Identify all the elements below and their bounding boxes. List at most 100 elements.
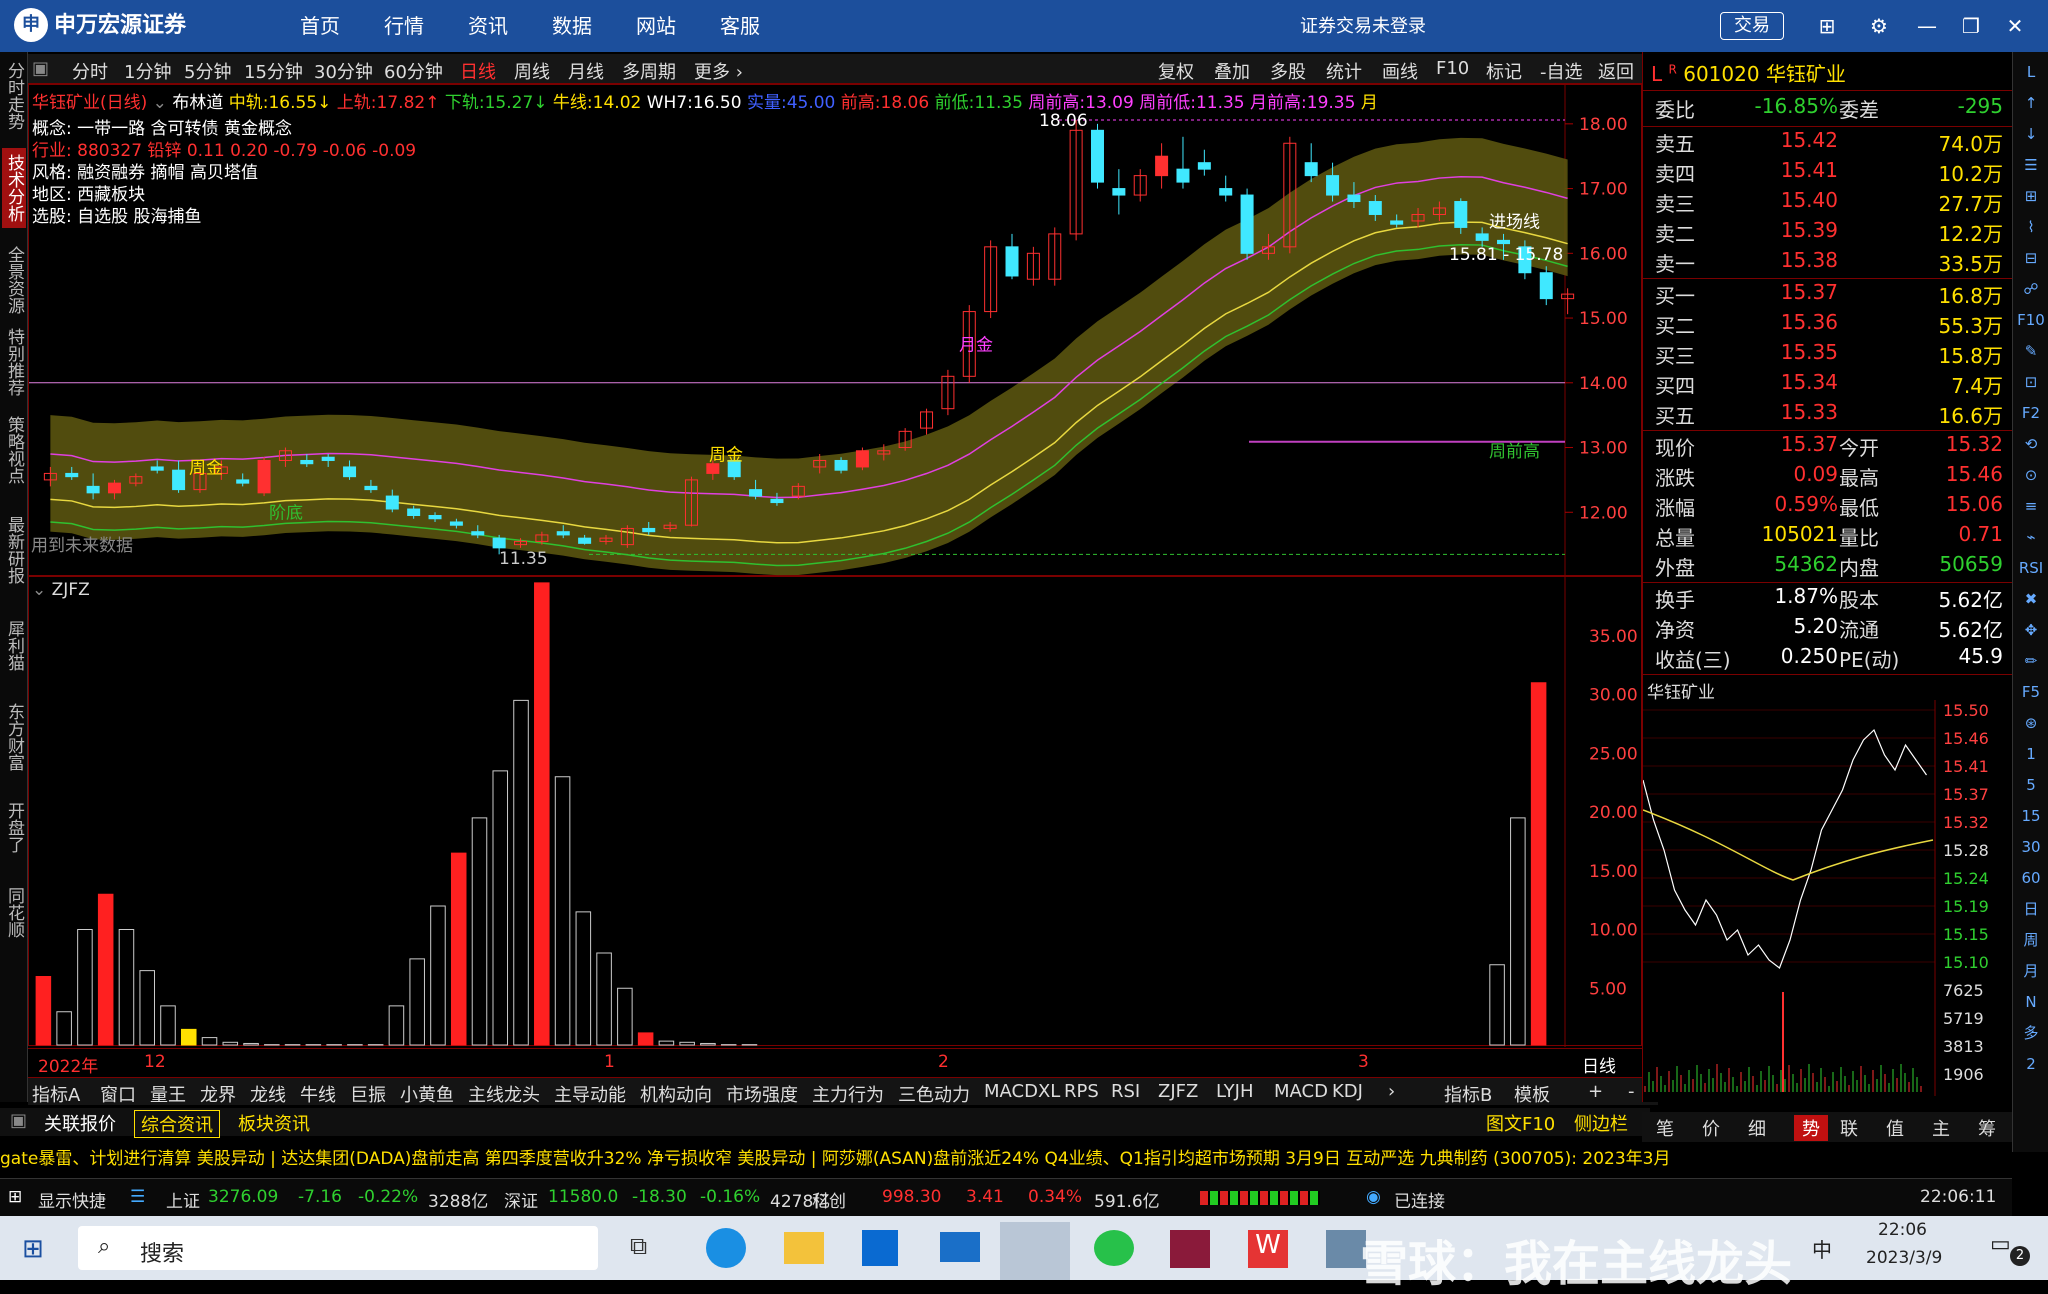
tool-multistock[interactable]: 多股 [1270, 58, 1306, 84]
mini-intraday-chart[interactable]: 15.5015.4615.4115.3715.3215.2815.2415.19… [1643, 700, 2013, 1096]
indicator-name[interactable]: 布林道 [172, 93, 223, 113]
right-tool-icon-29[interactable]: 月 [2017, 957, 2045, 985]
nav-news[interactable]: 资讯 [468, 10, 508, 42]
taskbar-time[interactable]: 22:06 [1878, 1220, 1927, 1240]
right-tool-icon-25[interactable]: 30 [2017, 833, 2045, 861]
windows-start-icon[interactable]: ⊞ [22, 1234, 44, 1264]
right-tool-icon-26[interactable]: 60 [2017, 864, 2045, 892]
indicator-tab-15[interactable]: RPS [1064, 1081, 1099, 1102]
right-tool-icon-28[interactable]: 周 [2017, 926, 2045, 954]
indicator-tab-20[interactable]: KDJ [1332, 1081, 1363, 1102]
tool-f10[interactable]: F10 [1436, 58, 1469, 79]
period-timeshare[interactable]: 分时 [72, 58, 108, 84]
quote-tab-1[interactable]: 价 [1702, 1115, 1720, 1141]
trade-button[interactable]: 交易 [1720, 12, 1784, 40]
tab-related-quotes[interactable]: 关联报价 [38, 1110, 122, 1136]
nav-website[interactable]: 网站 [636, 10, 676, 42]
right-tool-icon-18[interactable]: ✥ [2017, 616, 2045, 644]
tab-indicator-b[interactable]: 指标B [1444, 1081, 1492, 1107]
indicator-tab-7[interactable]: 小黄鱼 [400, 1081, 454, 1107]
right-tool-icon-19[interactable]: ✏ [2017, 647, 2045, 675]
indicator-tab-1[interactable]: 窗口 [100, 1081, 136, 1107]
quick-display[interactable]: 显示快捷 [38, 1187, 106, 1212]
grid-icon[interactable]: ⊞ [1812, 12, 1842, 40]
tool-overlay[interactable]: 叠加 [1214, 58, 1250, 84]
quote-tab-5[interactable]: 值 [1886, 1115, 1904, 1141]
indicator-tab-12[interactable]: 主力行为 [812, 1081, 884, 1107]
tool-mark[interactable]: 标记 [1486, 58, 1522, 84]
nav-service[interactable]: 客服 [720, 10, 760, 42]
taskbar-date[interactable]: 2023/3/9 [1866, 1248, 1942, 1268]
left-tab-strategy[interactable]: 策略视点 [2, 410, 26, 490]
indicator-tab-19[interactable]: MACD [1274, 1081, 1328, 1102]
period-1min[interactable]: 1分钟 [124, 58, 171, 84]
left-tab-timeshare[interactable]: 分时走势 [2, 56, 26, 136]
tab-sector-news[interactable]: 板块资讯 [232, 1110, 316, 1136]
zjfz-chart[interactable]: 35.0030.0025.0020.0015.0010.005.00 [29, 577, 1643, 1047]
tool-draw[interactable]: 画线 [1382, 58, 1418, 84]
quote-tab-4[interactable]: 联 [1840, 1115, 1858, 1141]
right-tool-icon-0[interactable]: L [2017, 58, 2045, 86]
right-tool-icon-13[interactable]: ⊙ [2017, 461, 2045, 489]
period-30min[interactable]: 30分钟 [314, 58, 373, 84]
right-tool-icon-17[interactable]: ✖ [2017, 585, 2045, 613]
sz-label[interactable]: 深证 [504, 1187, 538, 1212]
period-monthly[interactable]: 月线 [568, 58, 604, 84]
right-tool-icon-23[interactable]: 5 [2017, 771, 2045, 799]
period-multi[interactable]: 多周期 [622, 58, 676, 84]
period-weekly[interactable]: 周线 [514, 58, 550, 84]
quote-tab-0[interactable]: 笔 [1656, 1115, 1674, 1141]
indicator-tab-6[interactable]: 巨振 [350, 1081, 386, 1107]
right-tool-icon-3[interactable]: ☰ [2017, 151, 2045, 179]
sub-chart-panel[interactable]: 35.0030.0025.0020.0015.0010.005.00 [28, 576, 1642, 1046]
indicator-tab-9[interactable]: 主导动能 [554, 1081, 626, 1107]
left-tab-technical[interactable]: 技术分析 [2, 148, 26, 228]
right-tool-icon-22[interactable]: 1 [2017, 740, 2045, 768]
indicator-tab-16[interactable]: RSI [1111, 1081, 1140, 1102]
indicator-tab-18[interactable]: LYJH [1216, 1081, 1253, 1102]
plus-icon[interactable]: ⊞ [8, 1187, 22, 1207]
indicator-tab-4[interactable]: 龙线 [250, 1081, 286, 1107]
right-tool-icon-9[interactable]: ✎ [2017, 337, 2045, 365]
indicator-tab-11[interactable]: 市场强度 [726, 1081, 798, 1107]
tab-news[interactable]: 综合资讯 [134, 1110, 220, 1138]
expand-icon[interactable]: ▣ [4, 1110, 33, 1131]
left-tab-xilimao[interactable]: 犀利猫 [2, 610, 26, 680]
close-icon[interactable]: ✕ [2000, 12, 2030, 40]
indicator-tab-13[interactable]: 三色动力 [898, 1081, 970, 1107]
kc-label[interactable]: 科创 [812, 1187, 846, 1212]
indicator-tab-17[interactable]: ZJFZ [1158, 1081, 1198, 1102]
wechat-icon[interactable] [1094, 1230, 1134, 1266]
tab-remove[interactable]: - [1628, 1081, 1635, 1102]
quote-tab-6[interactable]: 主 [1932, 1115, 1950, 1141]
right-tool-icon-21[interactable]: ⊛ [2017, 709, 2045, 737]
store-icon[interactable] [862, 1230, 898, 1266]
right-tool-icon-5[interactable]: ⌇ [2017, 213, 2045, 241]
indicator-tab-8[interactable]: 主线龙头 [468, 1081, 540, 1107]
news-ticker[interactable]: gate暴雷、计划进行清算 美股异动 | 达达集团(DADA)盘前走高 第四季度… [0, 1144, 2012, 1172]
left-tab-research[interactable]: 最新研报 [2, 500, 26, 600]
indicator-tab-2[interactable]: 量王 [150, 1081, 186, 1107]
period-60min[interactable]: 60分钟 [384, 58, 443, 84]
minimize-icon[interactable]: — [1912, 12, 1942, 40]
quote-tab-2[interactable]: 细 [1748, 1115, 1766, 1141]
right-tool-icon-10[interactable]: ⊡ [2017, 368, 2045, 396]
right-tool-icon-24[interactable]: 15 [2017, 802, 2045, 830]
dropdown-icon[interactable]: ⌄ [153, 93, 167, 113]
nav-quotes[interactable]: 行情 [384, 10, 424, 42]
winrar-icon[interactable] [1170, 1230, 1210, 1268]
file-explorer-icon[interactable] [784, 1232, 824, 1264]
tool-fuquan[interactable]: 复权 [1158, 58, 1194, 84]
quote-tab-7[interactable]: 筹 [1978, 1115, 1996, 1141]
ime-indicator[interactable]: 中 [1812, 1234, 1832, 1263]
gear-icon[interactable]: ⚙ [1864, 12, 1894, 40]
sh-label[interactable]: 上证 [166, 1187, 200, 1212]
tool-back[interactable]: 返回 [1598, 58, 1634, 84]
right-tool-icon-30[interactable]: N [2017, 988, 2045, 1016]
right-tool-icon-1[interactable]: ↑ [2017, 89, 2045, 117]
indicator-tab-10[interactable]: 机构动向 [640, 1081, 712, 1107]
right-tool-icon-31[interactable]: 多 [2017, 1019, 2045, 1047]
indicator-tab-5[interactable]: 牛线 [300, 1081, 336, 1107]
tab-add[interactable]: + [1588, 1081, 1603, 1102]
tool-stats[interactable]: 统计 [1326, 58, 1362, 84]
